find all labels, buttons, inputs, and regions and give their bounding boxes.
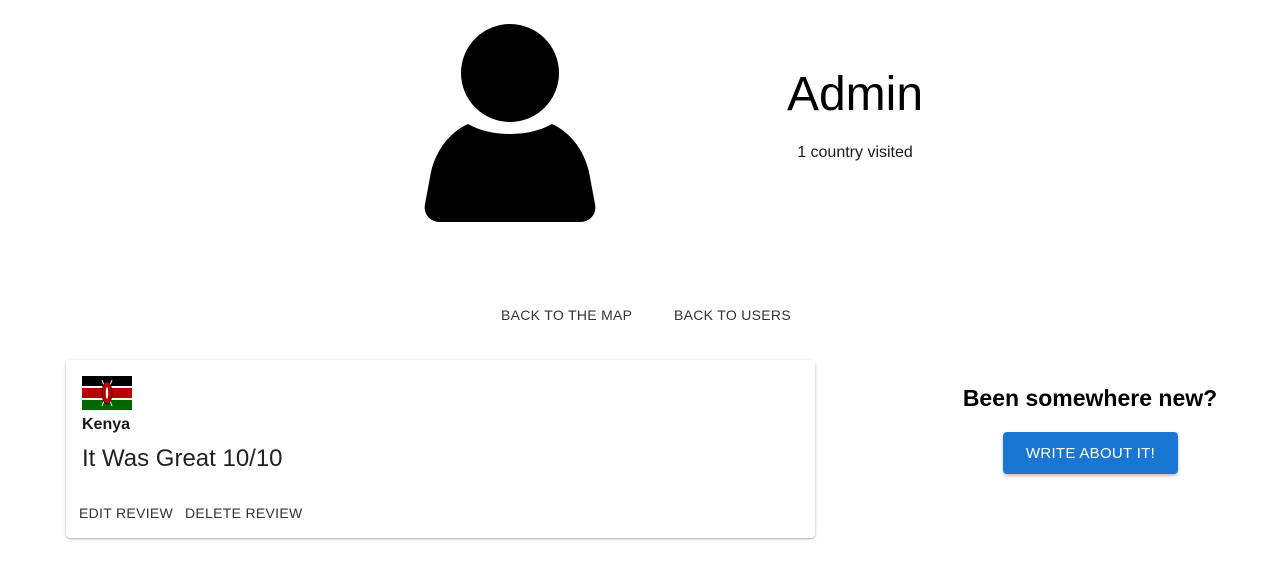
profile-page: Admin 1 country visited BACK TO THE MAP … bbox=[0, 0, 1261, 582]
countries-visited-count: 1 country visited bbox=[797, 144, 913, 161]
review-text: It Was Great 10/10 bbox=[82, 445, 283, 472]
review-country-name: Kenya bbox=[82, 416, 131, 433]
kenya-flag-icon bbox=[82, 376, 132, 410]
delete-review-button[interactable]: DELETE REVIEW bbox=[180, 500, 307, 526]
profile-username: Admin bbox=[786, 68, 924, 121]
person-icon bbox=[424, 24, 596, 222]
edit-review-button[interactable]: EDIT REVIEW bbox=[74, 500, 178, 526]
review-card: Kenya It Was Great 10/10 EDIT REVIEW DEL… bbox=[66, 360, 815, 538]
write-review-button[interactable]: WRITE ABOUT IT! bbox=[1003, 432, 1178, 474]
back-to-map-button[interactable]: BACK TO THE MAP bbox=[493, 302, 640, 328]
cta-heading: Been somewhere new? bbox=[962, 385, 1218, 411]
back-to-users-button[interactable]: BACK TO USERS bbox=[666, 302, 799, 328]
